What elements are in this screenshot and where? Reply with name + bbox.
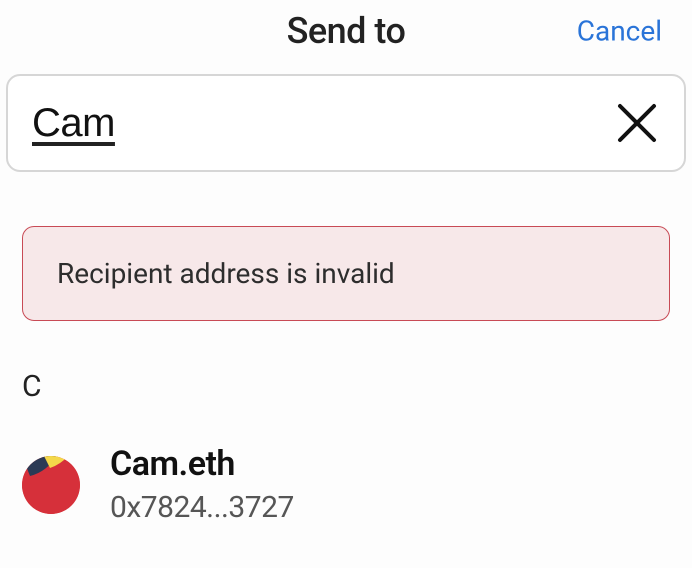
avatar-icon bbox=[22, 456, 80, 514]
contact-info: Cam.eth 0x7824...3727 bbox=[110, 444, 294, 525]
send-to-screen: Send to Cancel Recipient address is inva… bbox=[0, 0, 692, 568]
clear-input-button[interactable] bbox=[614, 100, 660, 146]
error-message: Recipient address is invalid bbox=[57, 257, 635, 290]
page-title: Send to bbox=[287, 10, 406, 52]
recipient-input[interactable] bbox=[32, 101, 614, 146]
contact-row[interactable]: Cam.eth 0x7824...3727 bbox=[22, 444, 692, 525]
recipient-search-field[interactable] bbox=[6, 74, 686, 172]
cancel-button[interactable]: Cancel bbox=[577, 15, 662, 48]
close-icon bbox=[614, 100, 660, 146]
section-header-letter: C bbox=[22, 369, 692, 404]
header: Send to Cancel bbox=[0, 0, 692, 62]
avatar bbox=[22, 456, 80, 514]
error-banner: Recipient address is invalid bbox=[22, 226, 670, 321]
contact-name: Cam.eth bbox=[110, 444, 294, 484]
contact-address: 0x7824...3727 bbox=[110, 490, 294, 525]
